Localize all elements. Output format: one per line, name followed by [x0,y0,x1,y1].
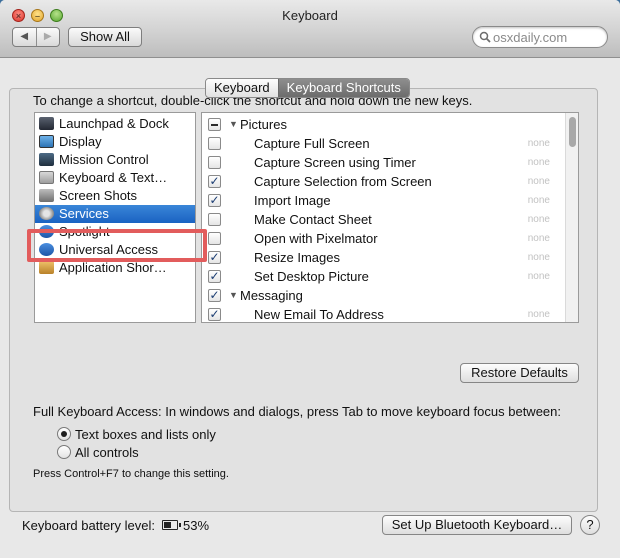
group-label: Pictures [240,117,287,132]
keyboard-preferences-window: × – Keyboard ◀ ▶ Show All osxdaily.com K… [0,0,620,558]
shortcut-checkbox[interactable]: ✓ [208,308,221,321]
shortcut-label: Import Image [254,193,331,208]
shortcut-checkbox[interactable]: ✓ [208,251,221,264]
shortcut-keys[interactable]: none [528,157,550,168]
category-screen-shots[interactable]: Screen Shots [35,187,195,205]
shortcut-checkbox[interactable] [208,213,221,226]
tab-keyboard-shortcuts[interactable]: Keyboard Shortcuts [277,79,409,97]
category-keyboard-text[interactable]: Keyboard & Text… [35,169,195,187]
shortcut-keys[interactable]: none [528,138,550,149]
list-item[interactable]: Make Contact Sheet none [202,210,566,229]
shortcut-label: Make Contact Sheet [254,212,372,227]
radio-label: All controls [75,445,139,460]
shortcut-label: Capture Selection from Screen [254,174,432,189]
battery-level-label: Keyboard battery level: [22,518,155,533]
list-item[interactable]: Capture Screen using Timer none [202,153,566,172]
shortcut-checkbox[interactable] [208,156,221,169]
shortcut-checkbox[interactable] [208,137,221,150]
shortcut-label: Capture Full Screen [254,136,370,151]
shortcut-list: ▼ Pictures Capture Full Screen none Capt… [201,112,579,323]
list-item-group[interactable]: ✓ ▼ Messaging [202,286,566,305]
disclosure-triangle-icon[interactable]: ▼ [229,290,238,300]
category-label: Screen Shots [59,188,138,203]
shortcut-checkbox[interactable]: ✓ [208,194,221,207]
scrollbar-thumb[interactable] [569,117,576,147]
shortcut-checkbox[interactable]: ✓ [208,175,221,188]
shortcut-label: Resize Images [254,250,340,265]
group-checkbox[interactable] [208,118,221,131]
list-item[interactable]: ✓ Resize Images none [202,248,566,267]
shortcut-checkbox[interactable]: ✓ [208,270,221,283]
list-item-group[interactable]: ▼ Pictures [202,115,566,134]
shortcut-label: Capture Screen using Timer [254,155,416,170]
shortcut-keys[interactable]: none [528,233,550,244]
category-services[interactable]: Services [35,205,195,223]
radio-text-boxes-lists[interactable] [57,427,71,441]
full-keyboard-access-label: Full Keyboard Access: In windows and dia… [33,404,561,419]
keyboard-access-hint: Press Control+F7 to change this setting. [33,468,229,480]
battery-percent: 53% [183,518,210,533]
category-label: Application Shor… [59,260,167,275]
shortcut-keys[interactable]: none [528,195,550,206]
shortcut-label: Set Desktop Picture [254,269,369,284]
shortcut-keys[interactable]: none [528,271,550,282]
shortcut-keys[interactable]: none [528,252,550,263]
preferences-content: Keyboard Keyboard Shortcuts To change a … [0,58,620,558]
list-item[interactable]: ✓ Capture Selection from Screen none [202,172,566,191]
category-label: Mission Control [59,152,149,167]
shortcut-keys[interactable]: none [528,309,550,320]
category-mission-control[interactable]: Mission Control [35,151,195,169]
category-launchpad-dock[interactable]: Launchpad & Dock [35,115,195,133]
category-label: Launchpad & Dock [59,116,169,131]
window-title: Keyboard [282,8,338,23]
group-checkbox[interactable]: ✓ [208,289,221,302]
shortcut-checkbox[interactable] [208,232,221,245]
shortcut-label: New Email To Address [254,307,384,322]
show-all-button[interactable]: Show All [68,27,142,47]
forward-button[interactable]: ▶ [35,28,60,46]
shortcut-keys[interactable]: none [528,176,550,187]
gear-icon [39,207,54,220]
list-item[interactable]: Open with Pixelmator none [202,229,566,248]
services-highlight-box [27,229,207,262]
mission-control-icon [39,153,54,166]
list-item[interactable]: Capture Full Screen none [202,134,566,153]
launchpad-icon [39,117,54,130]
radio-all-controls[interactable] [57,445,71,459]
group-label: Messaging [240,288,303,303]
keyboard-icon [39,171,54,184]
screenshot-icon [39,189,54,202]
display-icon [39,135,54,148]
tab-bar: Keyboard Keyboard Shortcuts [205,78,410,98]
list-item[interactable]: ✓ Import Image none [202,191,566,210]
list-item[interactable]: ✓ New Email To Address none [202,305,566,322]
shortcut-label: Open with Pixelmator [254,231,378,246]
title-bar: × – Keyboard ◀ ▶ Show All osxdaily.com [0,0,620,58]
shortcut-category-list: Launchpad & Dock Display Mission Control… [34,112,196,323]
restore-defaults-button[interactable]: Restore Defaults [460,363,579,383]
back-forward-control: ◀ ▶ [12,27,60,47]
shortcut-keys[interactable]: none [528,214,550,225]
search-field[interactable]: osxdaily.com [472,26,608,48]
category-display[interactable]: Display [35,133,195,151]
battery-icon [162,520,181,530]
tab-keyboard[interactable]: Keyboard [206,79,278,97]
back-button[interactable]: ◀ [13,28,36,46]
app-shortcuts-icon [39,261,54,274]
search-icon [479,31,491,43]
category-label: Display [59,134,102,149]
category-label: Keyboard & Text… [59,170,168,185]
vertical-scrollbar[interactable] [565,113,578,322]
list-item[interactable]: ✓ Set Desktop Picture none [202,267,566,286]
radio-label: Text boxes and lists only [75,427,216,442]
disclosure-triangle-icon[interactable]: ▼ [229,119,238,129]
search-input[interactable]: osxdaily.com [493,30,567,45]
help-button[interactable]: ? [580,515,600,535]
setup-bluetooth-keyboard-button[interactable]: Set Up Bluetooth Keyboard… [382,515,572,535]
category-label: Services [59,206,109,221]
